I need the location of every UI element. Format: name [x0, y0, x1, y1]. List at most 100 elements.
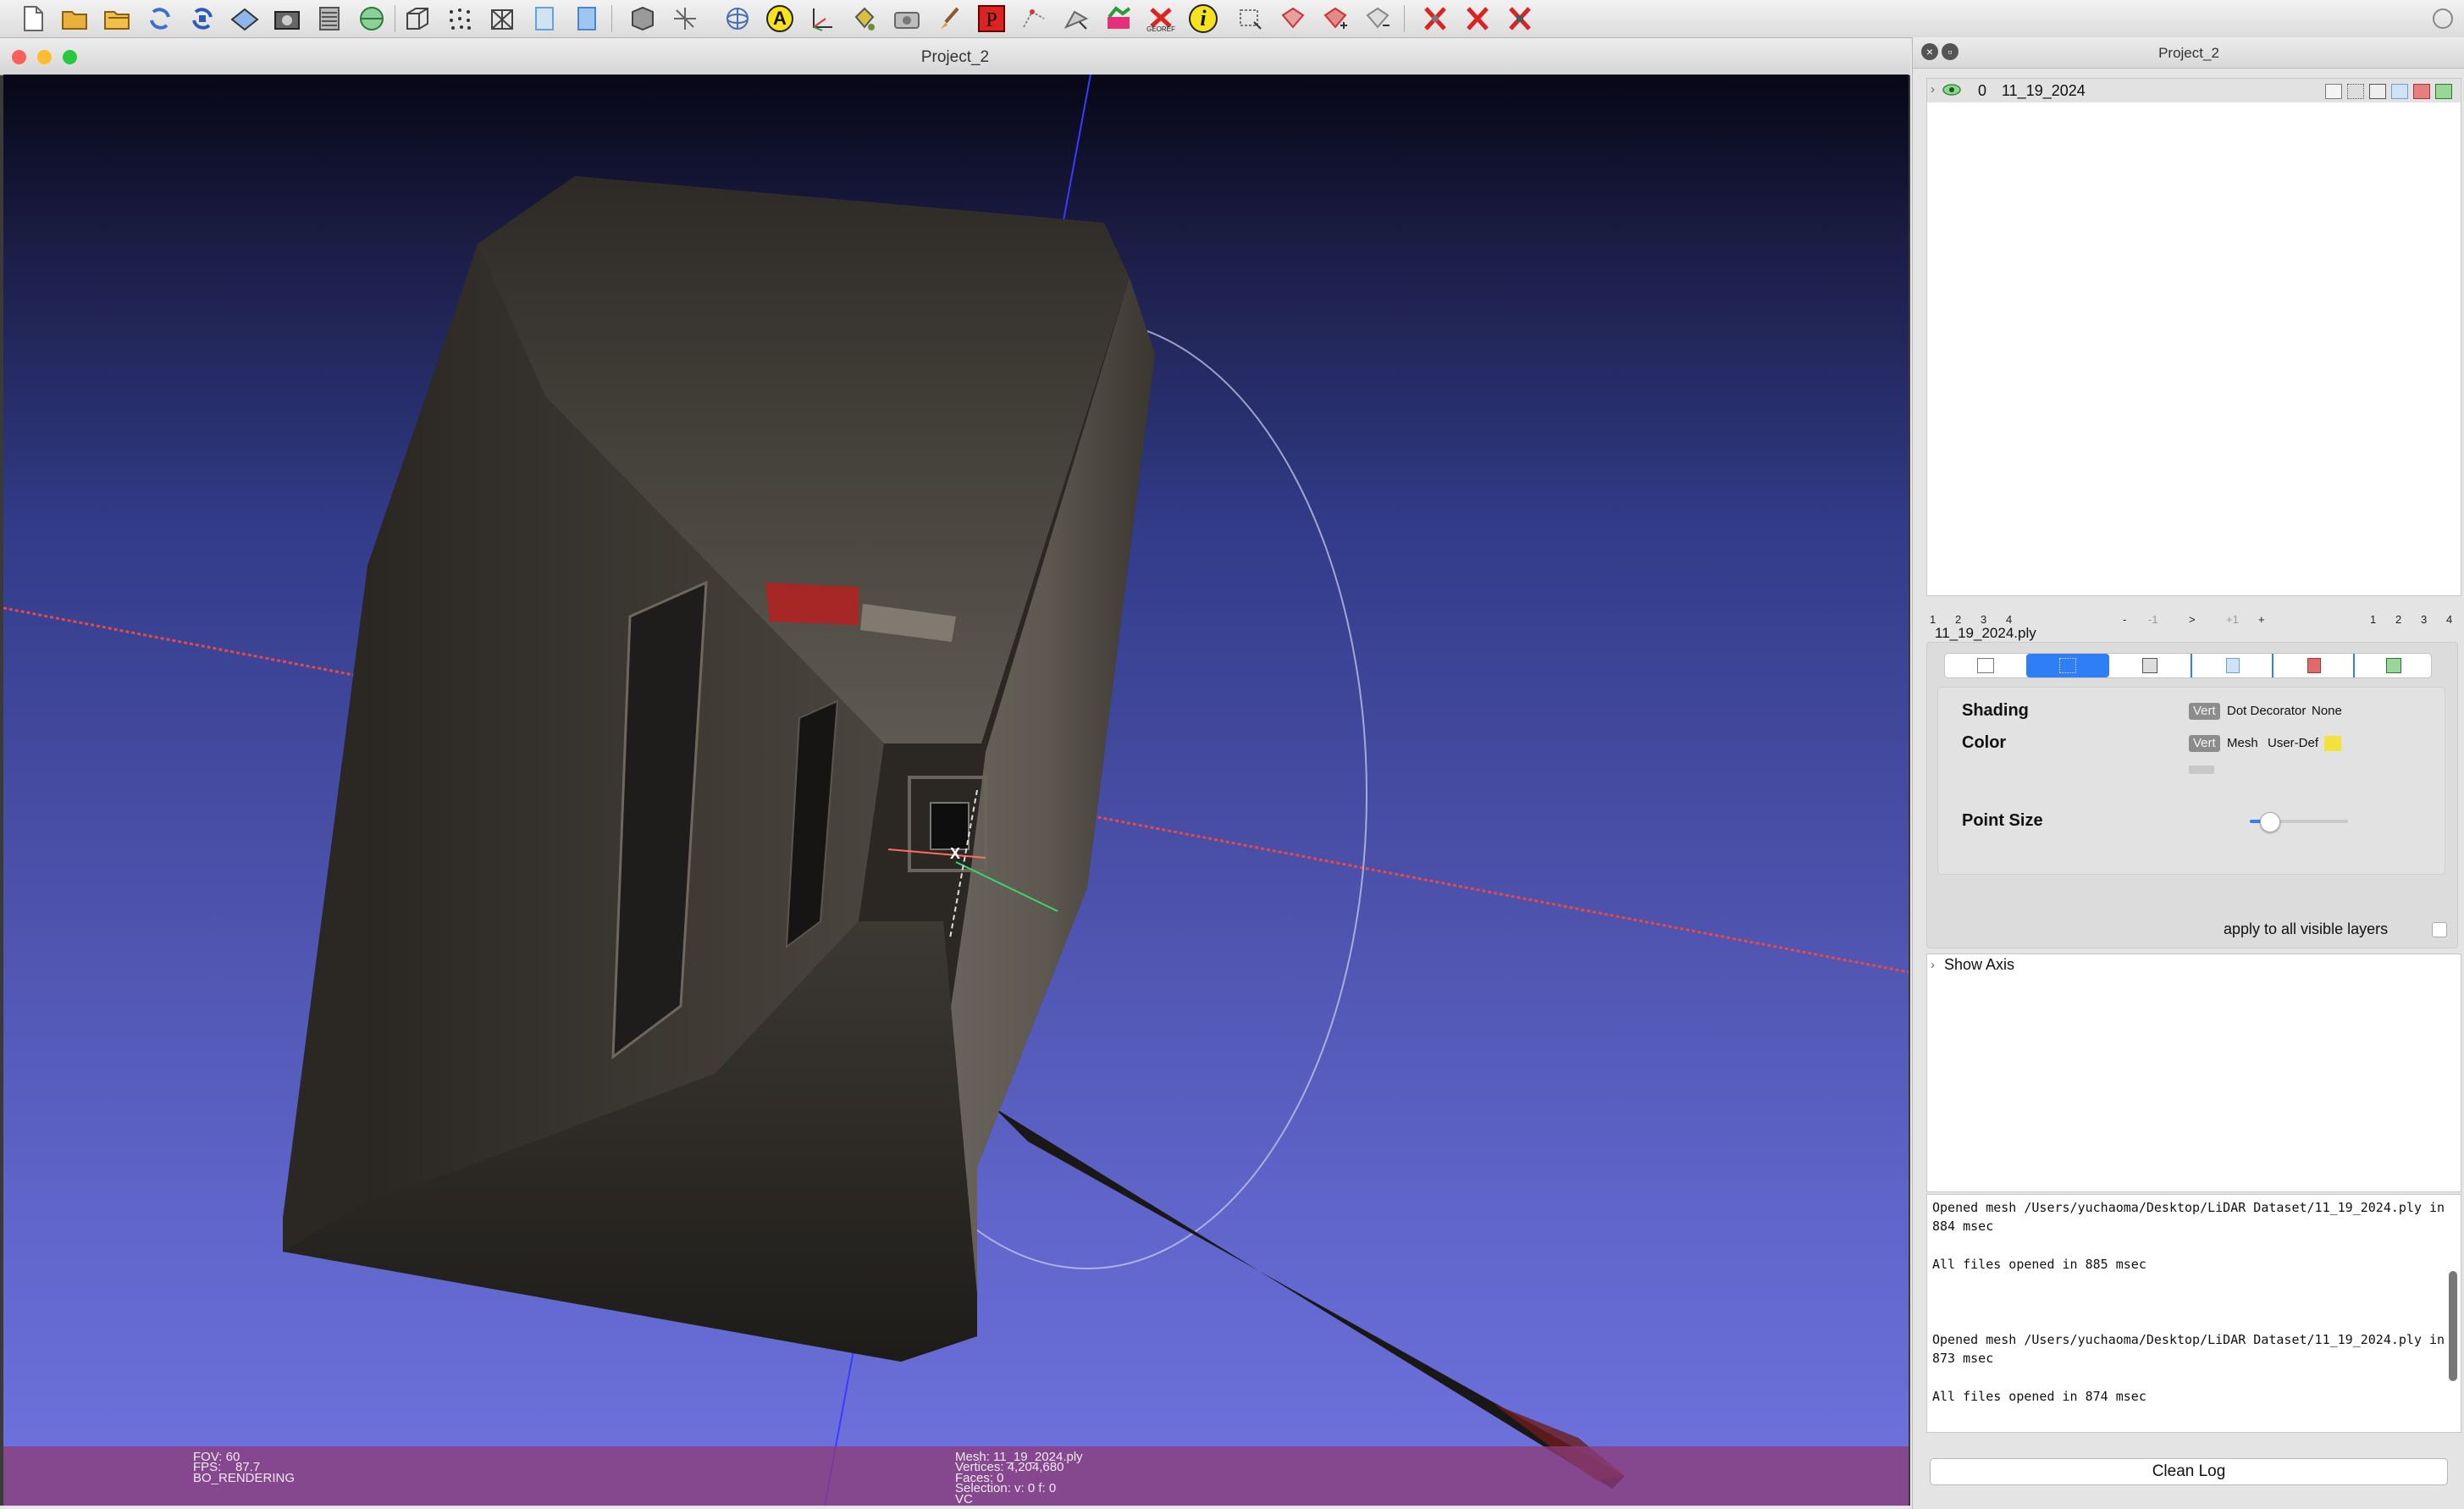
layer-list: › 0 11_19_2024: [1926, 78, 2461, 596]
flat-tab-icon: [2226, 658, 2240, 673]
tab-wireframe[interactable]: [2109, 654, 2191, 677]
nav-minus-one[interactable]: -1: [2148, 613, 2158, 626]
layer-flat-icon[interactable]: [2391, 84, 2408, 99]
reload-icon[interactable]: [144, 3, 176, 34]
measure-axis-icon[interactable]: [806, 3, 838, 34]
point-size-slider-knob[interactable]: [2260, 812, 2281, 832]
log-panel: Opened mesh /Users/yuchaoma/Desktop/LiDA…: [1926, 1194, 2461, 1433]
info-icon[interactable]: i: [1187, 3, 1219, 34]
delete-vertices-icon[interactable]: [1461, 3, 1494, 34]
tab-flat[interactable]: [2191, 654, 2273, 677]
layer-row[interactable]: › 0 11_19_2024: [1927, 79, 2461, 102]
cut-plus-icon[interactable]: [1319, 3, 1351, 34]
user-color-swatch[interactable]: [2324, 736, 2341, 751]
render-settings-panel: Shading Vert Dot Decorator None Color Ve…: [1926, 642, 2458, 948]
nav-left-1[interactable]: 1: [1930, 613, 1936, 626]
color-user-def-option[interactable]: User-Def: [2263, 735, 2323, 752]
color-extra-button[interactable]: [2189, 766, 2214, 774]
log-scrollbar[interactable]: [2449, 1271, 2457, 1381]
scene-render: [3, 75, 1909, 1506]
shading-dot-decorator-option[interactable]: Dot Decorator: [2223, 703, 2310, 720]
tab-texture[interactable]: [2272, 654, 2355, 677]
camera-icon[interactable]: [891, 3, 923, 34]
color-label: Color: [1962, 733, 2007, 752]
new-document-icon[interactable]: [17, 3, 49, 34]
clean-log-button[interactable]: Clean Log: [1930, 1458, 2448, 1485]
shading-none-option[interactable]: None: [2307, 703, 2346, 720]
delete-faces-icon[interactable]: [1419, 3, 1451, 34]
open-project-icon[interactable]: [102, 3, 134, 34]
log-line: All files opened in 885 msec: [1932, 1256, 2146, 1272]
main-window-title: Project_2: [920, 48, 990, 66]
nav-left-2[interactable]: 2: [1955, 613, 1961, 626]
main-window: Project_2 X FOV: 60 FPS: 87.7 BO_RENDERI…: [0, 39, 1910, 1506]
cut-minus-icon[interactable]: [1362, 3, 1394, 34]
nav-plus-one[interactable]: +1: [2226, 613, 2239, 626]
select-faces-icon[interactable]: [1060, 3, 1092, 34]
apply-all-layers-checkbox[interactable]: [2432, 922, 2447, 937]
layer-wire-icon[interactable]: [2369, 84, 2386, 99]
paint-bucket-icon[interactable]: [848, 3, 881, 34]
delete-all-icon[interactable]: [1504, 3, 1536, 34]
nav-right-1[interactable]: 1: [2370, 613, 2376, 626]
layer-extra-icon[interactable]: [2435, 84, 2452, 99]
nav-minus[interactable]: -: [2123, 613, 2126, 626]
texture-icon[interactable]: [627, 3, 659, 34]
smooth-shading-icon[interactable]: [571, 3, 603, 34]
tab-extra[interactable]: [2353, 654, 2433, 677]
flat-shading-icon[interactable]: [528, 3, 561, 34]
shading-vert-option[interactable]: Vert: [2189, 703, 2220, 720]
visibility-eye-icon[interactable]: [1942, 84, 1961, 100]
layer-texture-icon[interactable]: [2413, 84, 2430, 99]
search-icon[interactable]: [2427, 3, 2459, 34]
color-mesh-option[interactable]: Mesh: [2223, 735, 2262, 752]
log-line: 873 msec: [1932, 1351, 1994, 1367]
annotation-icon[interactable]: A: [764, 3, 796, 34]
log-line: Opened mesh /Users/yuchaoma/Desktop/LiDA…: [1932, 1332, 2445, 1348]
nav-right-3[interactable]: 3: [2421, 613, 2427, 626]
bounding-box-icon[interactable]: [401, 3, 434, 34]
cut-icon[interactable]: [1277, 3, 1309, 34]
tab-points[interactable]: [2026, 654, 2109, 677]
3d-viewport[interactable]: X FOV: 60 FPS: 87.7 BO_RENDERING Mesh: 1…: [3, 75, 1909, 1506]
nav-left-3[interactable]: 3: [1981, 613, 1986, 626]
layer-dialog: × ▫ Project_2 › 0 11_19_2024 1 2 3 4 - -…: [1912, 37, 2464, 1509]
layer-dialog-titlebar: × ▫ Project_2: [1913, 37, 2464, 69]
nav-plus[interactable]: +: [2258, 613, 2265, 626]
georef-label: GEOREF: [1146, 25, 1175, 33]
expand-chevron-icon[interactable]: ›: [1931, 958, 1935, 972]
tab-bbox[interactable]: [1945, 654, 2026, 677]
info-glyph: i: [1200, 6, 1207, 30]
brush-icon[interactable]: [933, 3, 965, 34]
points-icon[interactable]: [444, 3, 476, 34]
nav-right-2[interactable]: 2: [2395, 613, 2401, 626]
open-folder-icon[interactable]: [59, 3, 91, 34]
log-line: All files opened in 874 msec: [1932, 1389, 2146, 1404]
log-line: Opened mesh /Users/yuchaoma/Desktop/LiDA…: [1932, 1200, 2445, 1215]
reload-all-icon[interactable]: [186, 3, 218, 34]
point-size-label: Point Size: [1962, 811, 2043, 830]
paint-icon[interactable]: [1102, 3, 1135, 34]
show-axis-label[interactable]: Show Axis: [1944, 956, 2014, 974]
layer-points-icon[interactable]: [2347, 84, 2364, 99]
expand-chevron-icon[interactable]: ›: [1931, 82, 1935, 97]
wireframe-icon[interactable]: [486, 3, 518, 34]
origin-axis-label: X: [950, 845, 961, 862]
layers-icon[interactable]: [313, 3, 345, 34]
trackball-icon[interactable]: [721, 3, 754, 34]
select-region-icon[interactable]: [1235, 3, 1267, 34]
globe-icon[interactable]: [356, 3, 388, 34]
color-vert-option[interactable]: Vert: [2189, 735, 2220, 752]
georef-icon[interactable]: GEOREF: [1145, 3, 1177, 34]
save-icon[interactable]: [229, 3, 261, 34]
snapshot-icon[interactable]: [271, 3, 303, 34]
apply-all-layers-label: apply to all visible layers: [2224, 920, 2389, 937]
layer-bbox-icon[interactable]: [2325, 84, 2342, 99]
nav-next[interactable]: >: [2189, 613, 2196, 626]
point-size-slider[interactable]: [2250, 812, 2348, 832]
select-vertices-icon[interactable]: [1018, 3, 1050, 34]
nav-right-4[interactable]: 4: [2446, 613, 2452, 626]
axis-icon[interactable]: [669, 3, 701, 34]
nav-left-4[interactable]: 4: [2006, 613, 2012, 626]
p-tool-icon[interactable]: P: [975, 3, 1008, 34]
